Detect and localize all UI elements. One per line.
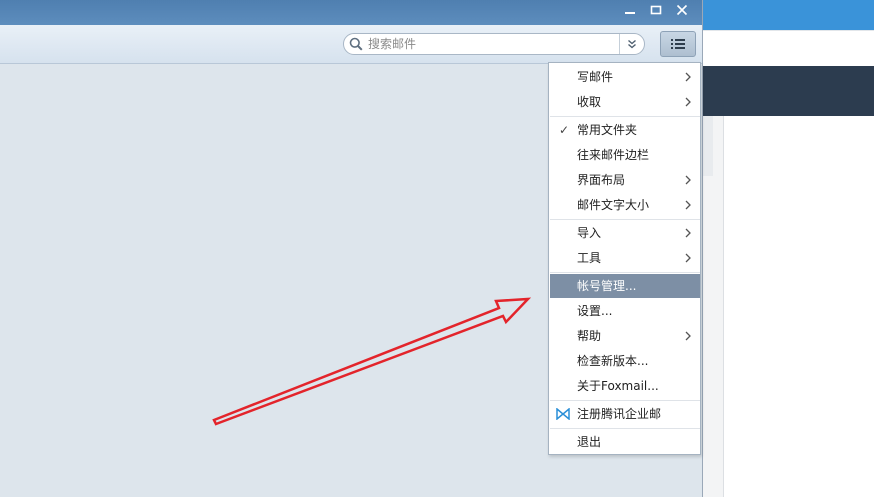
checkmark-icon: ✓ — [559, 123, 570, 137]
menu-item-label: 收取 — [577, 95, 602, 109]
toolbar — [0, 25, 702, 64]
chevron-right-icon — [685, 97, 691, 107]
menu-item-label: 工具 — [577, 251, 602, 265]
menu-item-tools[interactable]: 工具 — [550, 246, 700, 270]
list-menu-icon — [671, 39, 685, 49]
menu-item-label: 常用文件夹 — [577, 123, 638, 137]
menu-item-label: 帐号管理... — [577, 279, 637, 293]
menu-item-account-management[interactable]: 帐号管理... — [550, 274, 700, 298]
menu-item-label: 设置... — [577, 304, 613, 318]
close-button[interactable] — [673, 3, 691, 21]
menu-item-register-exmail[interactable]: 注册腾讯企业邮 — [550, 402, 700, 426]
background-header-bar — [703, 0, 874, 30]
menu-item-label: 关于Foxmail... — [577, 379, 659, 393]
menu-item-label: 写邮件 — [577, 70, 614, 84]
main-menu-button[interactable] — [660, 31, 696, 57]
menu-item-label: 注册腾讯企业邮 — [577, 407, 662, 421]
menu-item-import[interactable]: 导入 — [550, 221, 700, 245]
tencent-exmail-icon — [556, 408, 570, 420]
background-sidebar-tab — [703, 116, 713, 176]
search-input[interactable] — [368, 35, 613, 53]
chevron-right-icon — [685, 331, 691, 341]
menu-item-contact-sidebar[interactable]: 往来邮件边栏 — [550, 143, 700, 167]
menu-item-label: 检查新版本... — [577, 354, 649, 368]
close-icon — [676, 4, 688, 16]
menu-item-help[interactable]: 帮助 — [550, 324, 700, 348]
chevron-right-icon — [685, 175, 691, 185]
menu-separator — [550, 272, 700, 273]
menu-item-exit[interactable]: 退出 — [550, 430, 700, 454]
search-options-button[interactable] — [619, 34, 644, 54]
menu-separator — [550, 116, 700, 117]
main-menu: 写邮件 收取 ✓ 常用文件夹 往来邮件边栏 界面布局 邮件文字大小 导入 工具 … — [548, 62, 701, 455]
menu-item-label: 邮件文字大小 — [577, 198, 650, 212]
menu-item-label: 导入 — [577, 226, 602, 240]
menu-item-label: 帮助 — [577, 329, 602, 343]
maximize-button[interactable] — [647, 3, 665, 21]
search-icon — [349, 37, 363, 51]
chevron-right-icon — [685, 200, 691, 210]
menu-item-layout[interactable]: 界面布局 — [550, 168, 700, 192]
menu-separator — [550, 400, 700, 401]
background-window — [703, 0, 874, 497]
chevron-right-icon — [685, 253, 691, 263]
menu-item-common-folders[interactable]: ✓ 常用文件夹 — [550, 118, 700, 142]
search-box — [343, 33, 645, 55]
menu-separator — [550, 428, 700, 429]
menu-item-label: 界面布局 — [577, 173, 626, 187]
chevron-right-icon — [685, 72, 691, 82]
background-nav-bar — [703, 66, 874, 116]
menu-item-label: 退出 — [577, 435, 602, 449]
background-divider — [703, 30, 874, 31]
menu-separator — [550, 219, 700, 220]
chevron-right-icon — [685, 228, 691, 238]
minimize-button[interactable] — [621, 3, 639, 21]
double-chevron-down-icon — [628, 39, 636, 49]
menu-item-settings[interactable]: 设置... — [550, 299, 700, 323]
maximize-icon — [650, 5, 662, 15]
menu-item-font-size[interactable]: 邮件文字大小 — [550, 193, 700, 217]
menu-item-check-update[interactable]: 检查新版本... — [550, 349, 700, 373]
menu-item-receive[interactable]: 收取 — [550, 90, 700, 114]
menu-item-about[interactable]: 关于Foxmail... — [550, 374, 700, 398]
menu-item-compose[interactable]: 写邮件 — [550, 65, 700, 89]
menu-item-label: 往来邮件边栏 — [577, 148, 650, 162]
minimize-icon — [625, 12, 635, 14]
title-bar — [0, 0, 702, 25]
